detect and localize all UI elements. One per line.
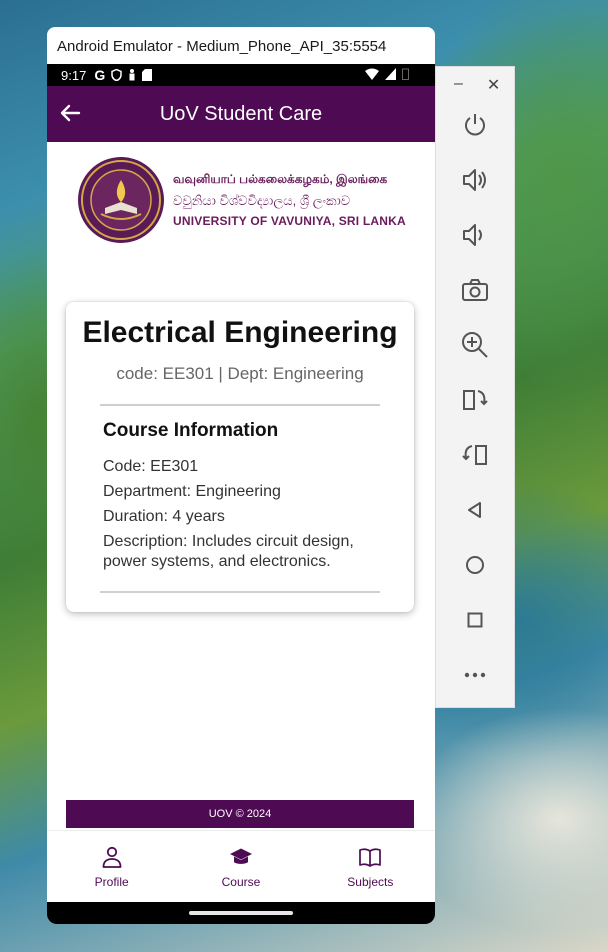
rotate-left-icon [463, 390, 488, 410]
nav-item-profile[interactable]: Profile [62, 845, 162, 889]
university-seal-icon [78, 157, 164, 243]
google-icon: G [94, 67, 106, 83]
close-icon[interactable]: ✕ [487, 75, 500, 95]
more-button[interactable] [460, 660, 490, 690]
emulator-side-toolbar: – ✕ [435, 66, 515, 708]
app-bar: UoV Student Care [47, 86, 435, 142]
app-screen: UoV Student Care வவுனியாப் பல்கலைக்கழகம்… [47, 86, 435, 902]
power-button[interactable] [460, 110, 490, 140]
book-icon [359, 847, 382, 867]
rotate-left-button[interactable] [460, 385, 490, 415]
sd-card-icon [142, 69, 153, 81]
nav-label-subjects: Subjects [347, 874, 394, 889]
battery-icon [402, 68, 409, 80]
course-description-line: Description: Includes circuit design, po… [103, 533, 354, 570]
status-time: 9:17 [61, 67, 87, 83]
figure-icon [129, 69, 135, 81]
divider [100, 404, 380, 406]
gesture-handle[interactable] [189, 911, 293, 915]
overview-icon [467, 612, 483, 628]
course-duration-line: Duration: 4 years [103, 508, 225, 525]
minimize-icon[interactable]: – [454, 75, 463, 95]
home-icon [466, 556, 484, 574]
app-title: UoV Student Care [159, 102, 323, 125]
nav-label-course: Course [221, 874, 261, 889]
bottom-navigation: Profile Course Subjects [47, 830, 435, 902]
power-icon [465, 114, 485, 136]
university-logo: வவுனியாப் பல்கலைக்கழகம், இலங்கை වවුනියා … [77, 156, 406, 244]
more-icon [464, 672, 486, 678]
home-button[interactable] [460, 550, 490, 580]
nav-label-profile: Profile [94, 874, 129, 889]
nav-item-subjects[interactable]: Subjects [320, 845, 420, 889]
person-icon [102, 846, 122, 868]
back-arrow-icon[interactable] [59, 102, 81, 124]
back-button[interactable] [460, 495, 490, 525]
course-info-heading: Course Information [103, 420, 279, 441]
course-info-list: Code: EE301 Department: Engineering Dura… [103, 457, 393, 577]
course-subtitle: code: EE301 | Dept: Engineering [116, 364, 364, 383]
volume-up-icon [463, 169, 486, 191]
status-bar: 9:17 G [47, 64, 435, 86]
zoom-in-icon [462, 332, 488, 358]
zoom-button[interactable] [460, 330, 490, 360]
course-department-line: Department: Engineering [103, 483, 281, 500]
back-icon [468, 502, 481, 518]
shield-icon [111, 69, 122, 81]
divider [100, 591, 380, 593]
volume-up-button[interactable] [460, 165, 490, 195]
course-title: Electrical Engineering [82, 316, 398, 349]
rotate-right-button[interactable] [460, 440, 490, 470]
emulator-title-bar[interactable]: Android Emulator - Medium_Phone_API_35:5… [47, 27, 435, 65]
footer-text: UOV © 2024 [208, 808, 272, 820]
course-card: Electrical Engineering code: EE301 | Dep… [66, 302, 414, 612]
emulator-title: Android Emulator - Medium_Phone_API_35:5… [57, 37, 387, 55]
nav-item-course[interactable]: Course [191, 845, 291, 889]
screenshot-button[interactable] [460, 275, 490, 305]
footer-bar: UOV © 2024 [66, 800, 414, 828]
overview-button[interactable] [460, 605, 490, 635]
graduation-cap-icon [229, 848, 252, 864]
wifi-icon [365, 68, 379, 80]
course-code-line: Code: EE301 [103, 458, 199, 475]
university-name-tamil: வவுனியாப் பல்கலைக்கழகம், இலங்கை [173, 172, 388, 186]
university-name-english: UNIVERSITY OF VAVUNIYA, SRI LANKA [173, 214, 406, 228]
university-name-sinhala: වවුනියා විශ්වවිද්‍යාලය, ශ්‍රී ලංකාව [173, 193, 351, 208]
volume-down-icon [463, 224, 482, 246]
volume-down-button[interactable] [460, 220, 490, 250]
signal-icon [385, 68, 396, 80]
rotate-right-icon [462, 445, 487, 465]
phone-frame: 9:17 G UoV Student Care வவுனியாப் பல்கலை… [47, 64, 435, 924]
camera-icon [462, 279, 488, 301]
